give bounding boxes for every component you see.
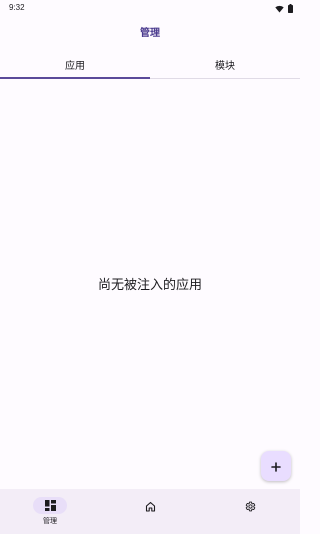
nav-indicator xyxy=(33,497,67,514)
nav-item-manage-label: 管理 xyxy=(43,517,57,525)
tab-bar: 应用 模块 xyxy=(0,50,300,79)
nav-home-container xyxy=(133,498,167,515)
plus-icon xyxy=(271,457,281,476)
gear-icon xyxy=(245,497,256,516)
tab-modules[interactable]: 模块 xyxy=(150,50,300,78)
nav-item-home[interactable] xyxy=(100,489,200,534)
page-title: 管理 xyxy=(140,27,160,39)
status-time: 9:32 xyxy=(9,2,25,12)
tab-apps-label: 应用 xyxy=(65,60,85,72)
app-bar: 管理 xyxy=(0,18,300,44)
tab-apps[interactable]: 应用 xyxy=(0,50,150,79)
nav-item-manage[interactable]: 管理 xyxy=(0,489,100,534)
screen: 9:32 管理 应用 模块 尚无被注入的应用 管理 xyxy=(0,0,300,534)
nav-item-settings[interactable] xyxy=(200,489,300,534)
empty-state-message: 尚无被注入的应用 xyxy=(97,278,202,293)
bottom-navigation: 管理 xyxy=(0,489,300,534)
tab-modules-label: 模块 xyxy=(215,60,235,72)
add-button[interactable] xyxy=(261,451,291,481)
dashboard-icon xyxy=(44,496,56,515)
battery-icon xyxy=(288,0,293,17)
nav-settings-container xyxy=(233,498,267,515)
wifi-icon xyxy=(275,0,284,17)
status-icons xyxy=(275,0,293,17)
status-bar: 9:32 xyxy=(0,0,300,14)
home-icon xyxy=(145,497,156,516)
